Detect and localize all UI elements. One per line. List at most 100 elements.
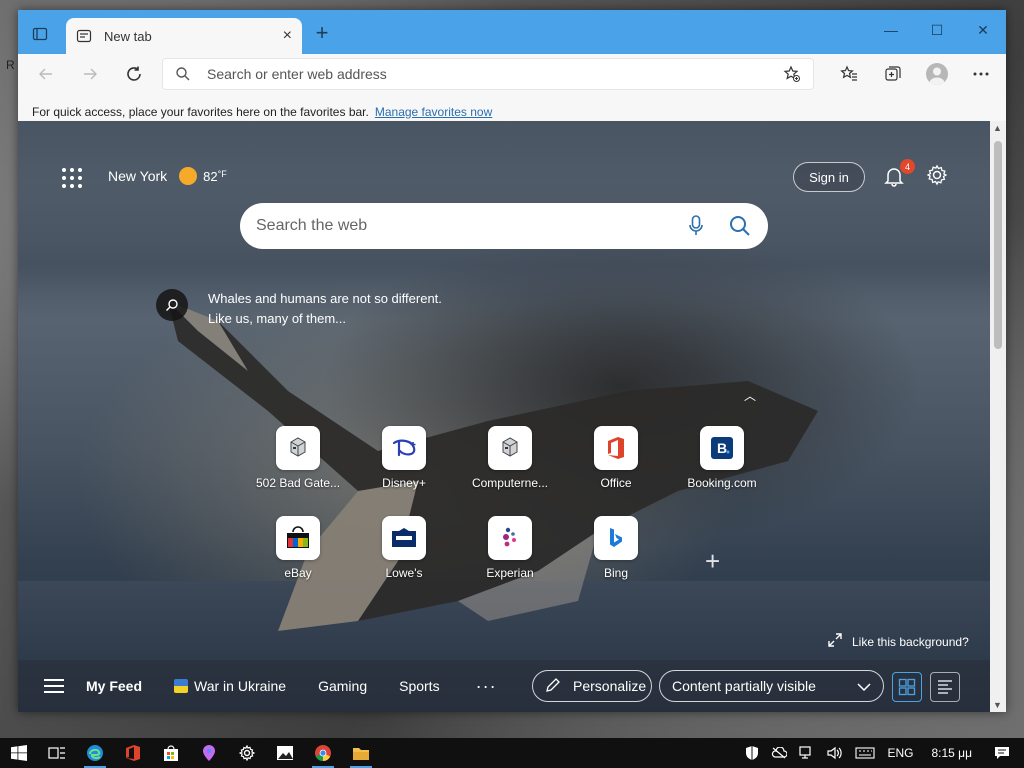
personalize-label: Personalize <box>573 678 647 694</box>
notification-count-badge: 4 <box>900 159 915 174</box>
windows-logo-icon <box>11 745 27 761</box>
taskbar-store[interactable] <box>152 738 190 768</box>
quick-link-tile[interactable]: Disney+ <box>354 426 454 506</box>
clock[interactable]: 8:15 μμ <box>931 746 972 760</box>
sign-in-button[interactable]: Sign in <box>793 162 865 192</box>
booking-icon: B <box>700 426 744 470</box>
quick-link-label: Bing <box>603 566 629 580</box>
feed-tab-gaming[interactable]: Gaming <box>318 678 367 694</box>
add-quick-link-button[interactable]: + <box>705 546 720 577</box>
taskbar-file-explorer[interactable] <box>342 738 380 768</box>
background-fact[interactable]: Whales and humans are not so different. … <box>156 289 442 329</box>
start-button[interactable] <box>0 738 38 768</box>
back-button[interactable] <box>30 58 62 90</box>
quick-link-label: Disney+ <box>382 476 426 490</box>
tab-actions-icon[interactable] <box>28 22 52 46</box>
close-window-button[interactable]: ✕ <box>960 10 1006 50</box>
pencil-icon <box>545 677 561 696</box>
feed-more-button[interactable]: ··· <box>476 676 497 697</box>
feed-tab-war-in-ukraine[interactable]: War in Ukraine <box>174 678 286 694</box>
chevron-down-icon <box>857 678 871 694</box>
quick-link-tile[interactable]: eBay <box>248 516 348 596</box>
taskbar-chrome[interactable] <box>304 738 342 768</box>
quick-link-tile[interactable]: B Booking.com <box>672 426 772 506</box>
keyboard-icon[interactable] <box>855 747 876 759</box>
refresh-button[interactable] <box>118 58 150 90</box>
quick-link-tile[interactable]: Lowe's <box>354 516 454 596</box>
grid-layout-button[interactable] <box>892 672 922 702</box>
weather-temperature: 82 <box>203 168 218 184</box>
new-tab-button[interactable]: + <box>310 22 334 46</box>
apps-launcher-icon[interactable] <box>60 166 84 190</box>
ebay-icon <box>276 516 320 560</box>
microphone-icon[interactable] <box>684 214 708 238</box>
quick-link-tile[interactable]: Office <box>566 426 666 506</box>
content-visibility-value: Content partially visible <box>672 678 816 694</box>
weather-widget[interactable]: New York 82 °F <box>108 167 227 185</box>
content-visibility-dropdown[interactable]: Content partially visible <box>659 670 884 702</box>
like-background-text: Like this background? <box>852 634 969 649</box>
add-favorite-star-icon[interactable] <box>783 65 801 83</box>
page-scrollbar[interactable]: ▲ ▼ <box>990 121 1006 712</box>
notifications-button[interactable]: 4 <box>883 159 915 189</box>
like-background-link[interactable]: Like this background? <box>828 633 969 650</box>
quick-link-tile[interactable]: Bing <box>566 516 666 596</box>
quick-link-tile[interactable]: 502 Bad Gate... <box>248 426 348 506</box>
scroll-down-arrow-icon[interactable]: ▼ <box>993 700 1002 710</box>
tab-new-tab[interactable]: New tab × <box>66 18 302 54</box>
settings-more-button[interactable] <box>966 59 996 89</box>
hamburger-menu-icon[interactable] <box>44 679 64 693</box>
tab-close-icon[interactable]: × <box>283 28 292 44</box>
server-icon <box>276 426 320 470</box>
photos-icon <box>277 746 293 760</box>
feed-navigation-bar: My Feed War in Ukraine Gaming Sports ···… <box>18 660 990 712</box>
task-view-button[interactable] <box>38 738 76 768</box>
taskbar-maps[interactable] <box>190 738 228 768</box>
list-layout-button[interactable] <box>930 672 960 702</box>
back-arrow-icon <box>39 68 52 80</box>
address-input[interactable] <box>207 66 783 82</box>
scrollbar-thumb[interactable] <box>994 141 1002 349</box>
tab-title: New tab <box>104 28 152 44</box>
minimize-button[interactable]: — <box>868 10 914 50</box>
security-shield-icon[interactable] <box>745 745 759 761</box>
address-bar[interactable] <box>162 58 814 90</box>
weather-city: New York <box>108 168 168 184</box>
search-submit-icon[interactable] <box>728 214 752 238</box>
taskbar-office[interactable] <box>114 738 152 768</box>
action-center-icon[interactable] <box>994 746 1010 760</box>
quick-link-label: Computerne... <box>471 476 549 490</box>
collections-button[interactable] <box>878 59 908 89</box>
web-search-box[interactable] <box>240 203 768 249</box>
forward-button[interactable] <box>74 58 106 90</box>
quick-link-tile[interactable]: Experian <box>460 516 560 596</box>
manage-favorites-link[interactable]: Manage favorites now <box>375 105 492 119</box>
web-search-input[interactable] <box>256 217 664 235</box>
network-icon[interactable] <box>799 746 815 760</box>
maximize-button[interactable]: ☐ <box>914 10 960 50</box>
taskbar-edge[interactable] <box>76 738 114 768</box>
taskbar: ENG 8:15 μμ <box>0 738 1024 768</box>
office-icon <box>126 745 140 761</box>
quick-link-tile[interactable]: Computerne... <box>460 426 560 506</box>
location-pin-icon <box>203 745 215 761</box>
search-icon <box>176 67 190 81</box>
feed-tab-sports[interactable]: Sports <box>399 678 439 694</box>
profile-button[interactable] <box>922 59 952 89</box>
favorites-button[interactable] <box>834 59 864 89</box>
collapse-chevron-icon[interactable]: ︿ <box>744 387 756 404</box>
folder-icon <box>353 748 369 760</box>
scroll-up-arrow-icon[interactable]: ▲ <box>993 123 1002 133</box>
taskbar-photos[interactable] <box>266 738 304 768</box>
personalize-button[interactable]: Personalize <box>532 670 652 702</box>
taskbar-settings[interactable] <box>228 738 266 768</box>
cloud-offline-icon[interactable] <box>771 747 788 759</box>
page-settings-button[interactable] <box>926 164 950 188</box>
quick-link-label: 502 Bad Gate... <box>255 476 341 490</box>
volume-icon[interactable] <box>827 746 843 760</box>
language-indicator[interactable]: ENG <box>887 746 913 760</box>
office-icon <box>594 426 638 470</box>
quick-link-label: Experian <box>486 566 534 580</box>
title-bar: New tab × + — ☐ ✕ <box>18 10 1006 54</box>
feed-tab-my-feed[interactable]: My Feed <box>86 678 142 694</box>
